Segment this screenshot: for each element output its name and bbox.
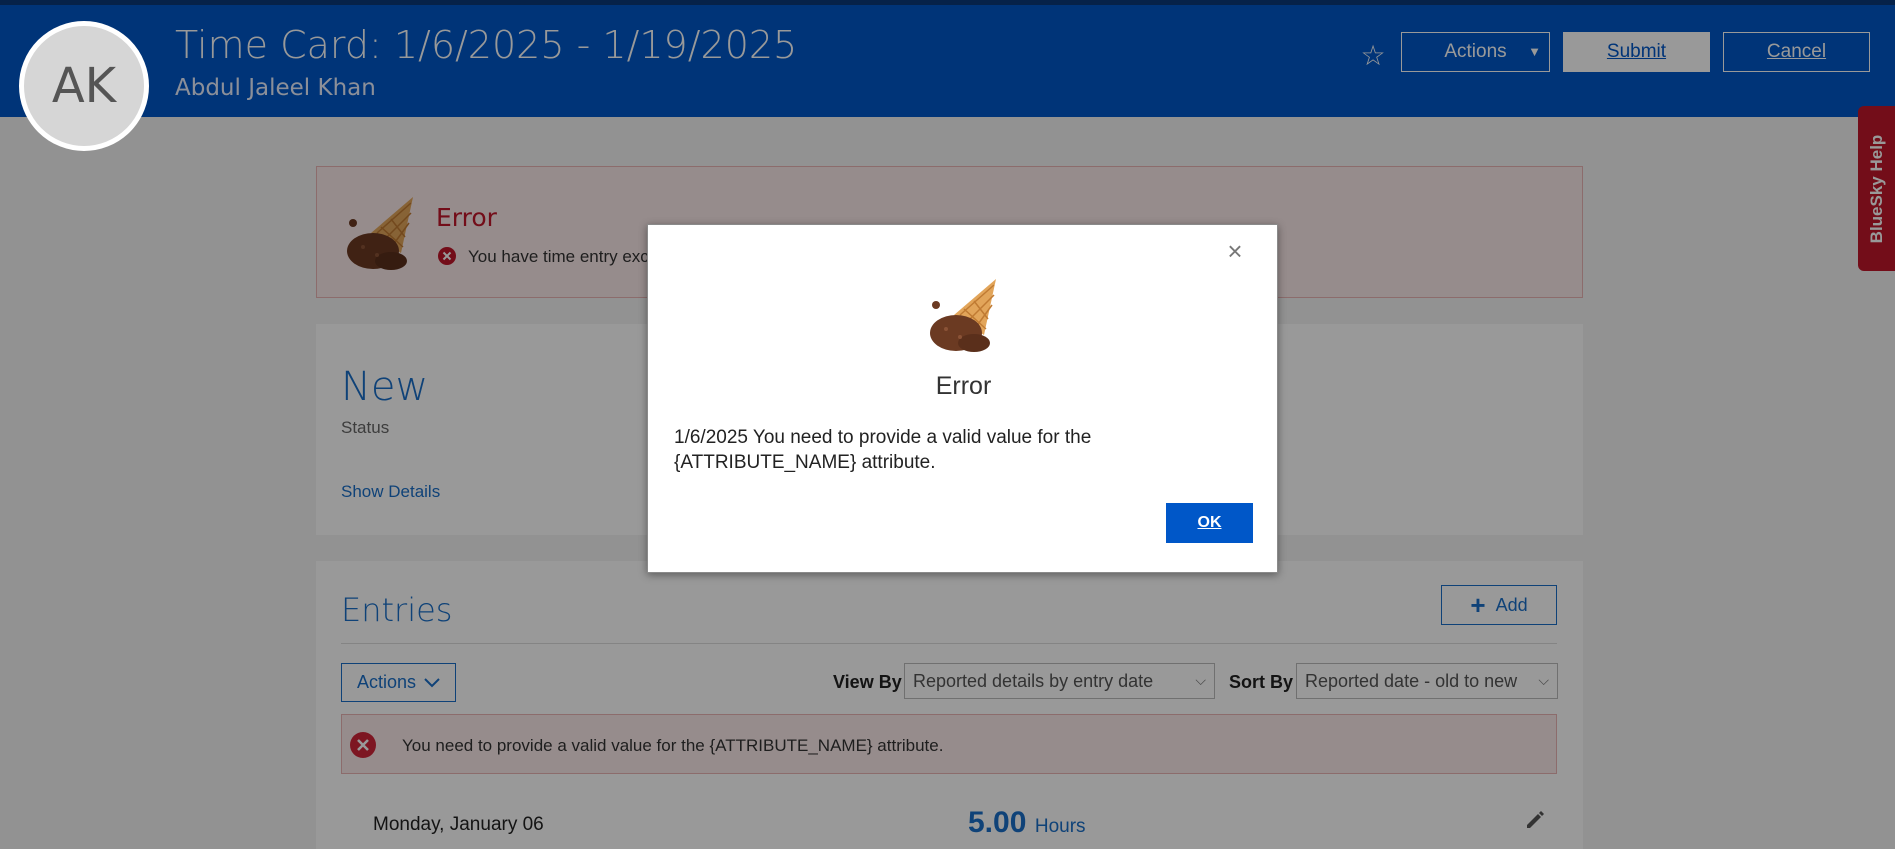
error-dialog: × Error 1/6/2025 You need to provide a v… — [647, 224, 1278, 573]
melted-ice-cream-icon — [930, 279, 996, 352]
avatar: AK — [19, 21, 149, 151]
dialog-message: 1/6/2025 You need to provide a valid val… — [674, 427, 1092, 473]
ok-button[interactable]: OK — [1166, 503, 1253, 543]
dialog-title: Error — [935, 372, 992, 400]
close-icon[interactable]: × — [1223, 238, 1247, 264]
